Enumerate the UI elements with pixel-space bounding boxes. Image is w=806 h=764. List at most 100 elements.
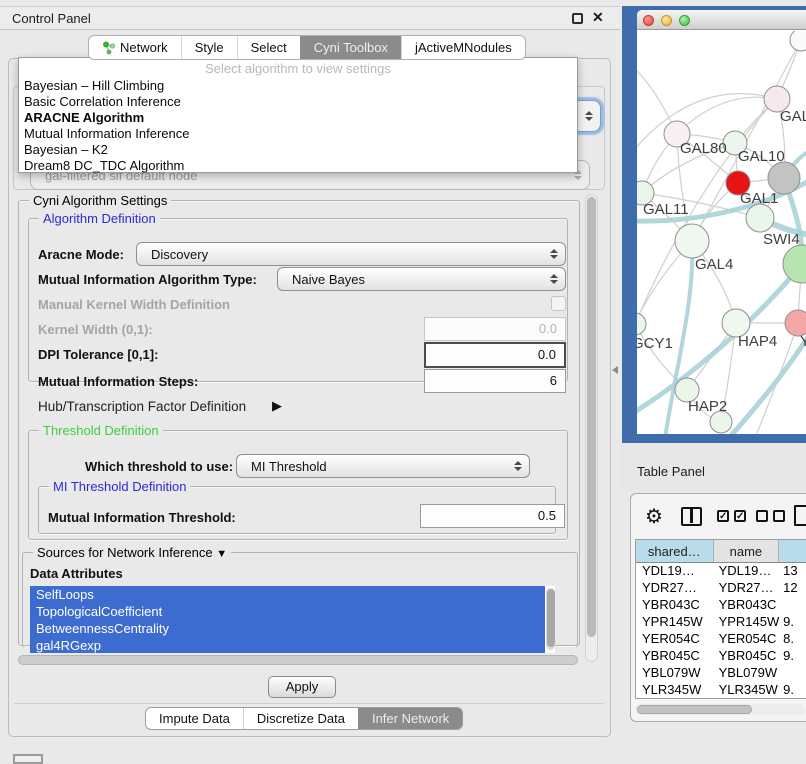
dropdown-item[interactable]: Dream8 DC_TDC Algorithm — [19, 158, 577, 174]
scrollbar-thumb[interactable] — [18, 655, 578, 665]
attribute-list-item[interactable]: TopologicalCoefficient — [30, 603, 545, 620]
column-header[interactable]: name — [714, 540, 780, 562]
table-row[interactable]: YBR043CYBR043C — [636, 597, 806, 614]
dropdown-item[interactable]: Bayesian – K2 — [19, 142, 577, 158]
table-horizontal-scrollbar[interactable] — [635, 704, 805, 715]
network-node-label: Y — [800, 333, 806, 350]
dropdown-item[interactable]: Basic Correlation Inference — [19, 94, 577, 110]
mi-steps-input[interactable]: 6 — [424, 369, 566, 393]
table-cell: YDR27… — [636, 580, 714, 597]
split-columns-icon[interactable] — [681, 507, 702, 526]
table-cell — [779, 665, 806, 682]
sources-legend: Sources for Network Inference ▼ — [33, 545, 231, 560]
gear-icon[interactable]: ⚙ — [645, 504, 663, 529]
network-node[interactable] — [783, 245, 806, 283]
minimize-traffic-light-icon[interactable] — [661, 15, 672, 26]
apply-button[interactable]: Apply — [268, 676, 336, 698]
collapse-arrow-icon[interactable]: ▼ — [216, 548, 227, 560]
dropdown-item[interactable]: Mutual Information Inference — [19, 126, 577, 142]
attribute-list-item[interactable]: gal4RGexp — [30, 637, 545, 653]
table-row[interactable]: YDL19…YDL19…13 — [636, 563, 806, 580]
mi-type-combobox[interactable]: Naive Bayes — [277, 267, 566, 291]
table-cell: YLR345W — [636, 682, 714, 699]
dropdown-item[interactable]: Bayesian – Hill Climbing — [19, 78, 577, 94]
control-panel-title: Control Panel — [12, 11, 91, 26]
kernel-width-label: Kernel Width (0,1): — [38, 322, 153, 337]
network-node[interactable] — [637, 313, 646, 335]
checked-checkbox-icon[interactable]: ✓ — [734, 510, 746, 522]
threshold-definition-legend: Threshold Definition — [39, 423, 163, 438]
settings-vertical-scrollbar[interactable] — [585, 194, 598, 662]
float-window-icon[interactable] — [572, 13, 583, 24]
tab-select[interactable]: Select — [237, 36, 300, 59]
which-threshold-combobox[interactable]: MI Threshold — [236, 454, 530, 478]
unchecked-checkbox-icon[interactable] — [756, 510, 768, 522]
table-row[interactable]: YPR145WYPR145W9. — [636, 614, 806, 631]
network-node-label: GCY1 — [637, 335, 673, 352]
table-row[interactable]: YER054CYER054C8. — [636, 631, 806, 648]
table-cell: YBR043C — [714, 597, 780, 614]
network-node-label: HAP2 — [688, 398, 727, 415]
attribute-list-item[interactable]: SelfLoops — [30, 586, 545, 603]
aracne-mode-combobox[interactable]: Discovery — [136, 242, 566, 266]
tab-jactivemnodules[interactable]: jActiveMNodules — [401, 36, 525, 59]
network-node[interactable] — [675, 224, 709, 258]
tab-network[interactable]: Network — [89, 36, 181, 59]
table-cell: 9. — [779, 648, 806, 665]
table-cell: YBR045C — [636, 648, 714, 665]
dropdown-item[interactable]: ARACNE Algorithm — [19, 110, 577, 126]
checked-checkbox-icon[interactable]: ✓ — [717, 510, 729, 522]
dpi-tolerance-input[interactable]: 0.0 — [424, 342, 566, 368]
table-cell — [779, 597, 806, 614]
mi-steps-label: Mutual Information Steps: — [38, 374, 198, 389]
data-attributes-label: Data Attributes — [30, 566, 123, 581]
zoom-traffic-light-icon[interactable] — [679, 15, 690, 26]
table-cell: 13 — [779, 563, 806, 580]
scrollbar-thumb[interactable] — [547, 589, 555, 647]
panel-divider — [14, 703, 604, 704]
combo-arrows-icon — [578, 111, 600, 121]
network-frame: GALGAL80GAL10GAL1GAL11SWI4GAL4GCY1HAP4YH… — [622, 6, 806, 443]
unchecked-checkbox-icon[interactable] — [773, 510, 785, 522]
settings-horizontal-scrollbar[interactable] — [16, 654, 582, 666]
network-node[interactable] — [746, 204, 774, 232]
list-scrollbar[interactable] — [546, 588, 555, 650]
network-node[interactable] — [790, 31, 806, 51]
expand-arrow-icon[interactable]: ▶ — [272, 398, 282, 414]
table-cell: YDR27… — [714, 580, 780, 597]
tab-infer-network[interactable]: Infer Network — [358, 708, 462, 729]
splitpane-collapse-handle[interactable] — [612, 364, 620, 376]
close-traffic-light-icon[interactable] — [643, 15, 654, 26]
network-node-label: GAL80 — [680, 140, 727, 157]
table-row[interactable]: YLR345WYLR345W9. — [636, 682, 806, 699]
network-window-titlebar[interactable] — [637, 10, 806, 30]
dpi-tolerance-label: DPI Tolerance [0,1]: — [38, 347, 158, 362]
data-attributes-list[interactable]: SelfLoopsTopologicalCoefficientBetweenne… — [30, 586, 555, 653]
table-row[interactable]: YBR045CYBR045C9. — [636, 648, 806, 665]
kernel-width-input[interactable]: 0.0 — [424, 317, 566, 341]
hub-definition-label[interactable]: Hub/Transcription Factor Definition — [38, 399, 246, 414]
tab-cyni-toolbox[interactable]: Cyni Toolbox — [300, 36, 401, 59]
tab-impute-data[interactable]: Impute Data — [146, 708, 243, 729]
algorithm-dropdown-popup: Select algorithm to view settings Bayesi… — [18, 57, 578, 173]
minimized-panel-icon[interactable] — [13, 754, 43, 764]
table-row[interactable]: YBL079WYBL079W — [636, 665, 806, 682]
document-icon[interactable] — [794, 505, 806, 526]
bottom-tabbar: Impute DataDiscretize DataInfer Network — [145, 707, 463, 730]
network-canvas[interactable]: GALGAL80GAL10GAL1GAL11SWI4GAL4GCY1HAP4YH… — [637, 31, 806, 434]
close-icon[interactable]: ✕ — [592, 9, 604, 26]
tab-discretize-data[interactable]: Discretize Data — [243, 708, 358, 729]
table-cell: YBR045C — [714, 648, 780, 665]
table-panel-window: ⚙ ✓ ✓ shared…name YDL19…YDL19…13YDR27…YD… — [630, 493, 806, 722]
column-header[interactable]: shared… — [636, 540, 714, 562]
table-row[interactable]: YDR27…YDR27…12 — [636, 580, 806, 597]
table-cell: YBL079W — [636, 665, 714, 682]
column-header[interactable] — [779, 540, 806, 562]
scrollbar-thumb[interactable] — [637, 705, 752, 714]
scrollbar-thumb[interactable] — [587, 197, 596, 637]
attribute-list-item[interactable]: BetweennessCentrality — [30, 620, 545, 637]
manual-kernel-checkbox[interactable] — [551, 296, 566, 311]
tab-style[interactable]: Style — [181, 36, 237, 59]
control-panel-tabbar: NetworkStyleSelectCyni ToolboxjActiveMNo… — [88, 35, 526, 60]
mi-threshold-input[interactable]: 0.5 — [420, 504, 565, 528]
